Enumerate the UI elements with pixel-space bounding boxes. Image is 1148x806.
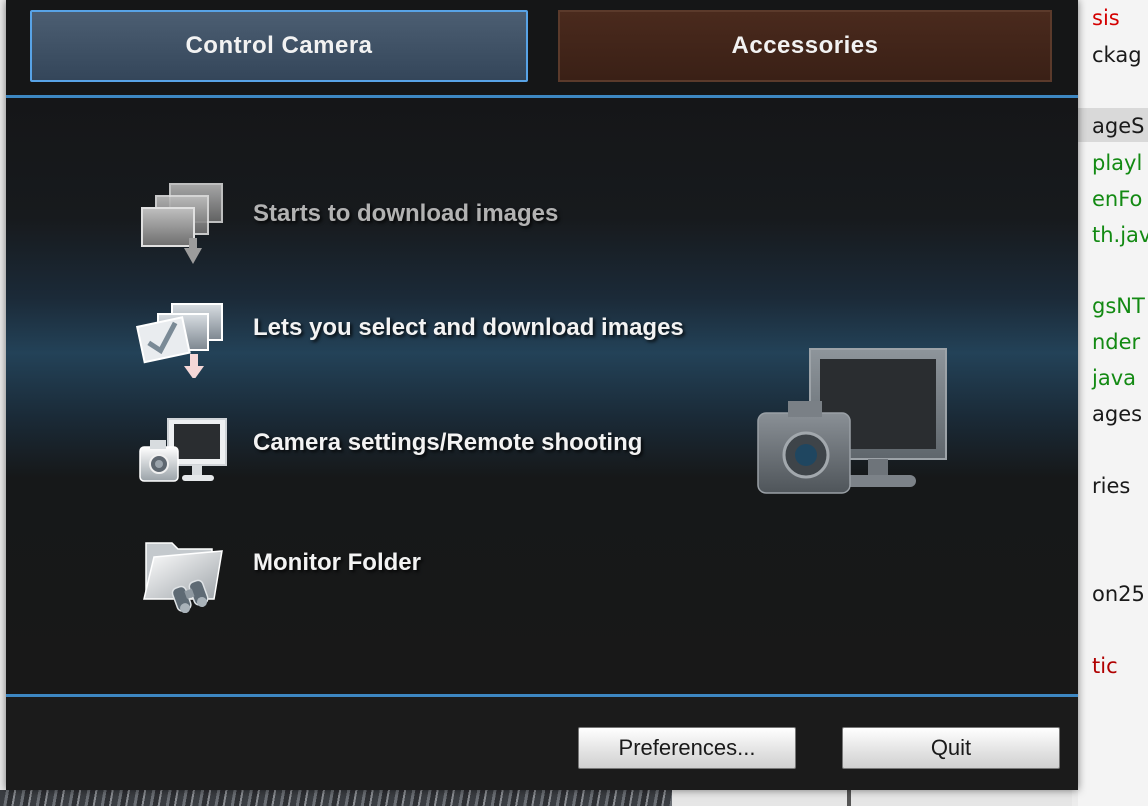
quit-label: Quit — [930, 735, 972, 760]
editor-line: sis — [1092, 6, 1120, 30]
background-window-edge — [672, 790, 1072, 806]
eos-utility-window: Control Camera Accessories Starts to dow… — [6, 0, 1078, 790]
tab-control-camera[interactable]: Control Camera — [30, 10, 528, 82]
tab-label: Accessories — [731, 32, 879, 59]
menu-item-select-download[interactable]: Lets you select and download images — [132, 278, 772, 380]
menu-item-label: Starts to download images — [253, 200, 559, 227]
tab-bar: Control Camera Accessories — [6, 0, 1078, 96]
editor-line: enFo — [1092, 187, 1143, 211]
editor-line: playl — [1092, 151, 1143, 175]
menu-panel: Starts to download images Lets you selec… — [6, 98, 1078, 694]
editor-line: ries — [1092, 474, 1131, 498]
editor-line: ckag — [1092, 43, 1142, 67]
download-images-icon — [132, 164, 232, 264]
background-editor: sis ckag ageS playl enFo th.jav gsNT nde… — [1078, 0, 1148, 806]
folder-binoculars-icon — [132, 513, 232, 614]
editor-line: th.jav — [1092, 223, 1148, 247]
menu-item-label: Camera settings/Remote shooting — [253, 429, 643, 456]
footer-bar: Preferences... Quit — [6, 697, 1078, 790]
window-divider — [847, 790, 851, 806]
quit-button[interactable]: Quit — [842, 727, 1060, 769]
editor-line: nder — [1092, 330, 1141, 354]
desktop-wallpaper — [0, 790, 672, 806]
preferences-label: Preferences... — [618, 735, 756, 760]
camera-monitor-icon — [132, 393, 232, 493]
camera-monitor-illustration — [748, 343, 948, 647]
editor-line: java — [1092, 366, 1136, 390]
editor-line: on25 — [1092, 582, 1145, 606]
preferences-button[interactable]: Preferences... — [578, 727, 796, 769]
menu-item-label: Lets you select and download images — [253, 314, 684, 341]
tab-label: Control Camera — [185, 32, 373, 59]
editor-line: tic — [1092, 654, 1118, 678]
menu-item-monitor-folder[interactable]: Monitor Folder — [132, 513, 772, 614]
editor-line: ages — [1092, 402, 1143, 426]
editor-line: ageS — [1092, 114, 1145, 138]
menu-item-label: Monitor Folder — [253, 549, 421, 576]
tab-accessories[interactable]: Accessories — [558, 10, 1052, 82]
menu-item-camera-settings[interactable]: Camera settings/Remote shooting — [132, 393, 772, 493]
editor-line: gsNT — [1092, 294, 1145, 318]
select-download-icon — [132, 278, 232, 380]
menu-item-start-download[interactable]: Starts to download images — [132, 164, 772, 264]
